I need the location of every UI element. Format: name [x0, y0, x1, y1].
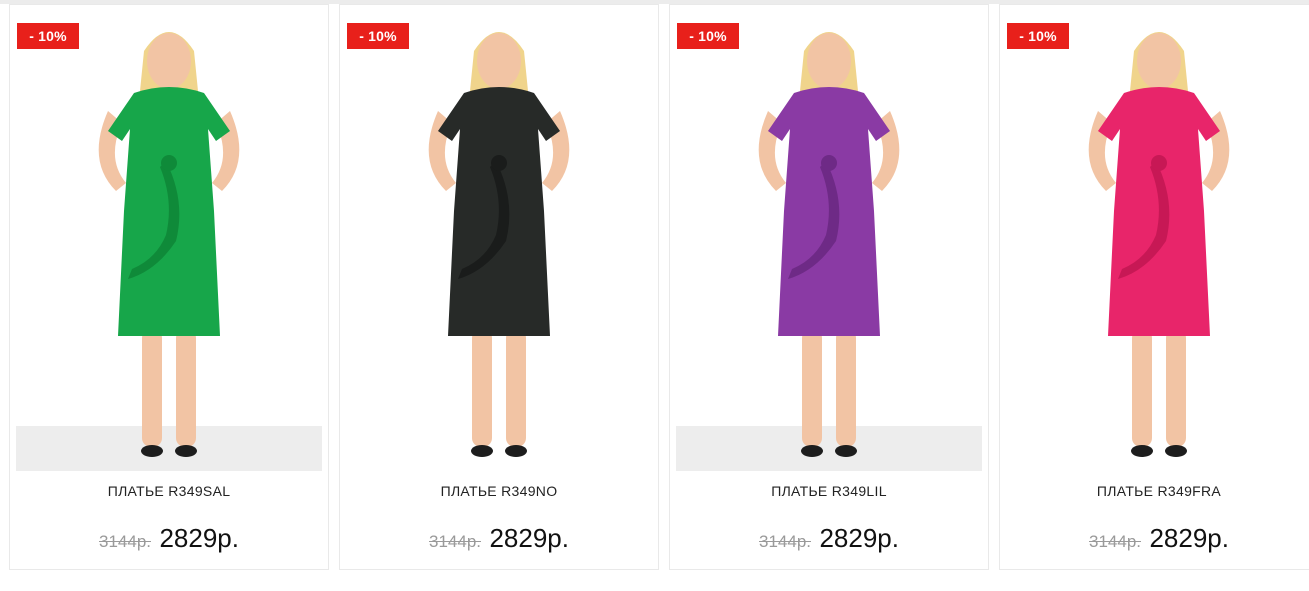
product-photo[interactable]	[16, 11, 322, 471]
old-price: 3144р.	[759, 532, 811, 551]
discount-badge: - 10%	[677, 23, 739, 49]
sale-price: 2829р.	[819, 523, 899, 553]
old-price: 3144р.	[1089, 532, 1141, 551]
model-illustration	[1006, 11, 1309, 471]
product-grid: - 10% ПЛАТЬЕ R349SAL 3144р. 2829р. - 10%…	[9, 4, 1309, 572]
discount-badge: - 10%	[1007, 23, 1069, 49]
model-illustration	[16, 11, 322, 471]
price-block: 3144р. 2829р.	[10, 523, 328, 554]
product-card[interactable]: - 10% ПЛАТЬЕ R349LIL 3144р. 2829р.	[669, 4, 989, 570]
product-title[interactable]: ПЛАТЬЕ R349FRA	[1000, 483, 1309, 499]
discount-badge: - 10%	[347, 23, 409, 49]
sale-price: 2829р.	[1149, 523, 1229, 553]
product-photo[interactable]	[346, 11, 652, 471]
product-title[interactable]: ПЛАТЬЕ R349LIL	[670, 483, 988, 499]
product-card[interactable]: - 10% ПЛАТЬЕ R349SAL 3144р. 2829р.	[9, 4, 329, 570]
product-title[interactable]: ПЛАТЬЕ R349SAL	[10, 483, 328, 499]
discount-badge: - 10%	[17, 23, 79, 49]
price-block: 3144р. 2829р.	[670, 523, 988, 554]
price-block: 3144р. 2829р.	[1000, 523, 1309, 554]
old-price: 3144р.	[99, 532, 151, 551]
product-photo[interactable]	[676, 11, 982, 471]
sale-price: 2829р.	[489, 523, 569, 553]
product-card[interactable]: - 10% ПЛАТЬЕ R349NO 3144р. 2829р.	[339, 4, 659, 570]
product-photo[interactable]	[1006, 11, 1309, 471]
product-title[interactable]: ПЛАТЬЕ R349NO	[340, 483, 658, 499]
price-block: 3144р. 2829р.	[340, 523, 658, 554]
sale-price: 2829р.	[159, 523, 239, 553]
model-illustration	[676, 11, 982, 471]
model-illustration	[346, 11, 652, 471]
old-price: 3144р.	[429, 532, 481, 551]
product-card[interactable]: - 10% ПЛАТЬЕ R349FRA 3144р. 2829р.	[999, 4, 1309, 570]
